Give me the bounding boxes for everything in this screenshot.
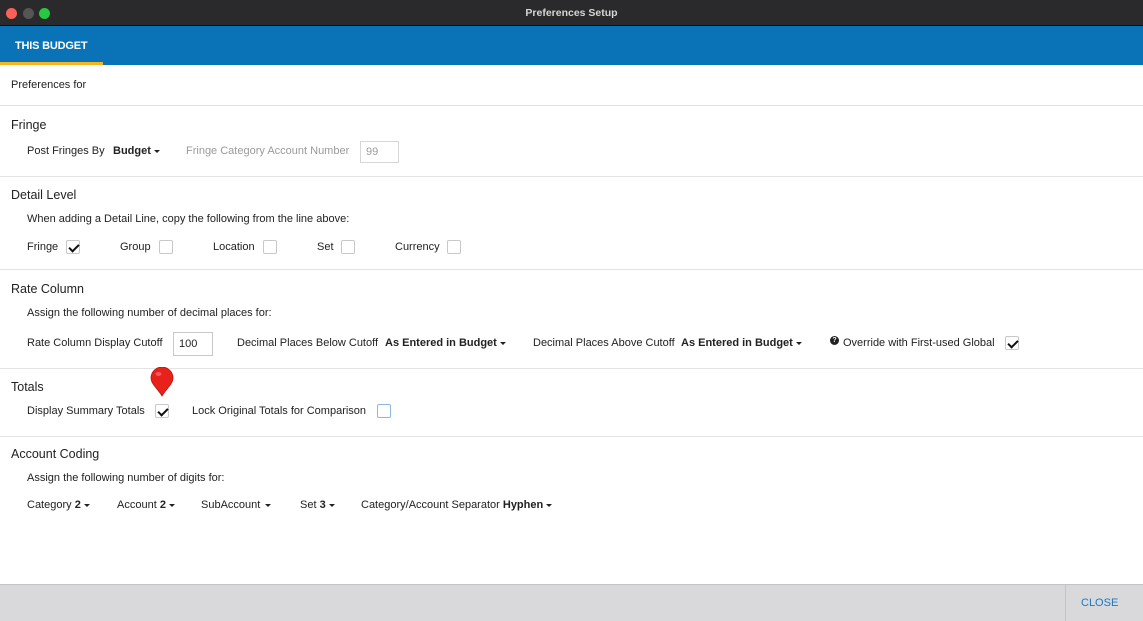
copy-group-checkbox[interactable] <box>159 240 173 254</box>
fringe-category-input[interactable]: 99 <box>360 141 399 163</box>
location-pin-icon <box>150 367 174 397</box>
copy-location-label: Location <box>213 241 255 253</box>
decimal-below-dropdown[interactable]: As Entered in Budget <box>385 337 506 349</box>
copy-currency-label: Currency <box>395 241 440 253</box>
chevron-down-icon <box>795 341 802 345</box>
rate-column-instruction: Assign the following number of decimal p… <box>27 307 272 319</box>
chevron-down-icon <box>153 149 160 153</box>
copy-fringe-checkbox[interactable] <box>66 240 80 254</box>
rate-cutoff-label: Rate Column Display Cutoff <box>27 337 163 349</box>
display-summary-label: Display Summary Totals <box>27 405 145 417</box>
account-digits-value: 2 <box>159 499 166 511</box>
totals-title: Totals <box>11 380 44 394</box>
rate-column-section: Rate Column Assign the following number … <box>0 270 1143 369</box>
detail-level-title: Detail Level <box>11 188 77 202</box>
copy-set-label: Set <box>317 241 334 253</box>
tab-this-budget[interactable]: THIS BUDGET <box>0 26 103 65</box>
account-coding-title: Account Coding <box>11 447 100 461</box>
copy-fringe-label: Fringe <box>27 241 59 253</box>
chevron-down-icon <box>546 503 553 507</box>
account-coding-section: Account Coding Assign the following numb… <box>0 437 1143 584</box>
separator-dropdown[interactable]: Category/Account Separator Hyphen <box>361 499 553 511</box>
decimal-above-dropdown[interactable]: As Entered in Budget <box>681 337 802 349</box>
tab-label: THIS BUDGET <box>15 40 88 52</box>
decimal-below-label: Decimal Places Below Cutoff <box>237 337 379 349</box>
decimal-below-value: As Entered in Budget <box>385 337 497 349</box>
set-digits-dropdown[interactable]: Set 3 <box>300 499 335 511</box>
lock-totals-label: Lock Original Totals for Comparison <box>192 405 367 417</box>
window-titlebar: Preferences Setup <box>0 0 1143 26</box>
lock-totals-checkbox[interactable] <box>377 404 391 418</box>
account-digits-label: Account <box>117 499 157 511</box>
dialog-footer: CLOSE <box>0 584 1143 621</box>
decimal-above-label: Decimal Places Above Cutoff <box>533 337 675 349</box>
post-fringes-value: Budget <box>113 145 151 157</box>
account-coding-instruction: Assign the following number of digits fo… <box>27 472 225 484</box>
footer-divider <box>1065 585 1066 621</box>
help-icon[interactable]: ? <box>830 336 839 345</box>
fringe-title: Fringe <box>11 118 47 132</box>
copy-location-checkbox[interactable] <box>263 240 277 254</box>
chevron-down-icon <box>328 503 335 507</box>
preferences-for-section: Preferences for <box>0 65 1143 106</box>
subaccount-digits-label: SubAccount <box>201 499 261 511</box>
detail-level-instruction: When adding a Detail Line, copy the foll… <box>27 213 350 225</box>
subaccount-digits-dropdown[interactable]: SubAccount <box>201 499 272 511</box>
preferences-content: Preferences for Fringe Post Fringes By B… <box>0 65 1143 584</box>
separator-label: Category/Account Separator <box>361 499 500 511</box>
set-digits-label: Set <box>300 499 317 511</box>
close-button[interactable]: CLOSE <box>1081 597 1118 609</box>
copy-group-label: Group <box>120 241 151 253</box>
override-global-label: Override with First-used Global <box>843 337 995 349</box>
decimal-above-value: As Entered in Budget <box>681 337 793 349</box>
chevron-down-icon <box>83 503 90 507</box>
post-fringes-dropdown[interactable]: Budget <box>113 145 160 157</box>
post-fringes-label: Post Fringes By <box>27 145 105 157</box>
copy-set-checkbox[interactable] <box>341 240 355 254</box>
separator-value: Hyphen <box>502 499 544 511</box>
rate-cutoff-input[interactable]: 100 <box>173 332 213 356</box>
preferences-for-label: Preferences for <box>11 79 87 91</box>
set-digits-value: 3 <box>319 499 326 511</box>
copy-currency-checkbox[interactable] <box>447 240 461 254</box>
window-title: Preferences Setup <box>525 7 618 19</box>
fringe-section: Fringe Post Fringes By Budget Fringe Cat… <box>0 106 1143 177</box>
display-summary-checkbox[interactable] <box>155 404 169 418</box>
rate-column-title: Rate Column <box>11 282 84 296</box>
tab-bar: THIS BUDGET <box>0 26 1143 65</box>
chevron-down-icon <box>499 341 506 345</box>
override-global-checkbox[interactable] <box>1005 336 1019 350</box>
fringe-category-label: Fringe Category Account Number <box>186 145 350 157</box>
category-digits-value: 2 <box>74 499 81 511</box>
account-digits-dropdown[interactable]: Account 2 <box>117 499 175 511</box>
category-digits-label: Category <box>27 499 72 511</box>
chevron-down-icon <box>265 503 272 507</box>
category-digits-dropdown[interactable]: Category 2 <box>27 499 90 511</box>
chevron-down-icon <box>168 503 175 507</box>
detail-level-section: Detail Level When adding a Detail Line, … <box>0 177 1143 270</box>
